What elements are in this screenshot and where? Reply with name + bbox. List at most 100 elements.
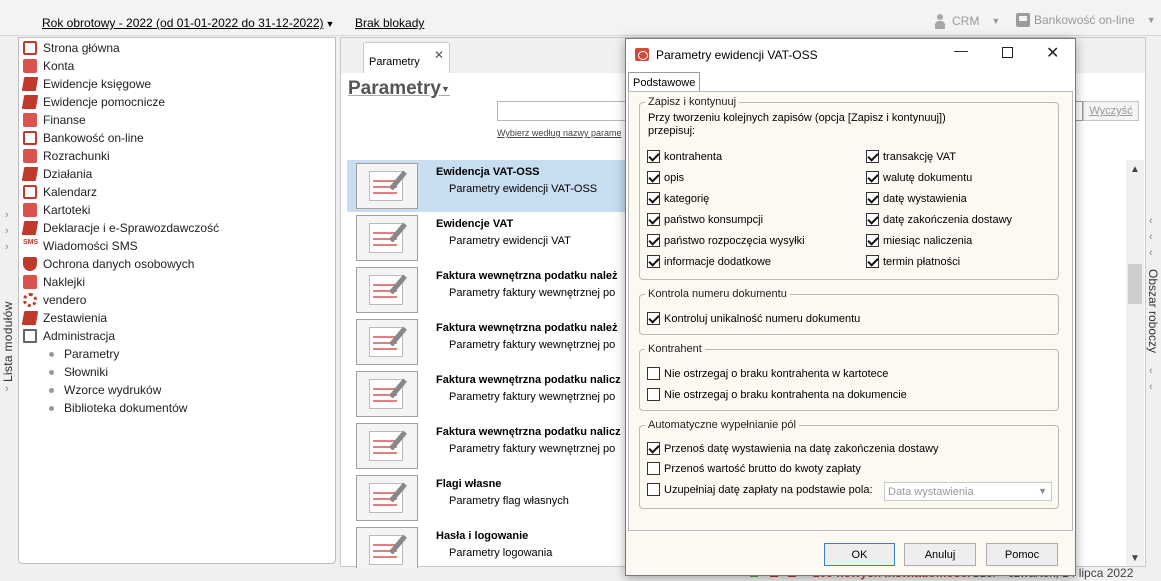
save-continue-group: Zapisz i kontynuuj Przy tworzeniu kolejn…: [639, 96, 1059, 280]
module-item-vendero[interactable]: vendero: [23, 291, 86, 309]
checkbox-accrual-month[interactable]: miesiąc naliczenia: [866, 234, 972, 247]
checkbox-category[interactable]: kategorię: [647, 192, 709, 205]
checkbox-no-warn-document[interactable]: Nie ostrzegaj o braku kontrahenta na dok…: [647, 388, 907, 401]
group-intro-text: Przy tworzeniu kolejnych zapisów (opcja …: [648, 112, 946, 137]
search-hint-link[interactable]: Wybierz według nazwy parame: [497, 128, 621, 138]
module-label: vendero: [43, 293, 87, 307]
sub-item-dictionaries[interactable]: Słowniki: [49, 363, 108, 381]
checkbox-label: Kontroluj unikalność numeru dokumentu: [664, 312, 861, 325]
chevron-right-icon: ›: [5, 241, 9, 253]
module-item-reports[interactable]: Zestawienia: [21, 309, 108, 327]
checkbox-delivery-end-date[interactable]: datę zakończenia dostawy: [866, 213, 1012, 226]
module-label: Administracja: [43, 329, 116, 343]
crm-label: CRM: [952, 14, 980, 28]
sub-item-document-library[interactable]: Biblioteka dokumentów: [49, 399, 187, 417]
checkbox-shipping-country[interactable]: państwo rozpoczęcia wysyłki: [647, 234, 805, 247]
module-item-ledger[interactable]: Ewidencje księgowe: [21, 75, 151, 93]
document-edit-icon: [356, 527, 418, 568]
group-legend: Automatyczne wypełnianie pól: [648, 419, 796, 431]
list-item[interactable]: Ewidencje VAT Parametry ewidencji VAT: [347, 212, 627, 264]
list-item[interactable]: Faktura wewnętrzna podatku należ Paramet…: [347, 316, 627, 368]
checkbox-label: opis: [664, 171, 685, 184]
chevron-up-icon[interactable]: ▲: [1130, 164, 1140, 175]
checkbox-currency[interactable]: walutę dokumentu: [866, 171, 972, 184]
sms-icon: SMS: [23, 239, 39, 246]
checkbox-unique-number[interactable]: Kontroluj unikalność numeru dokumentu: [647, 312, 860, 325]
list-item[interactable]: Faktura wewnętrzna podatku nalicz Parame…: [347, 420, 627, 472]
checkbox-box: [866, 255, 879, 268]
checkbox-label: Przenoś wartość brutto do kwoty zapłaty: [664, 462, 861, 475]
module-item-declarations[interactable]: Deklaracje i e-Sprawozdawczość: [21, 219, 219, 237]
banking-button[interactable]: Bankowość on-line ▼: [1016, 13, 1156, 27]
module-item-actions[interactable]: Działania: [21, 165, 92, 183]
dialog-titlebar[interactable]: Parametry ewidencji VAT-OSS — ✕: [626, 39, 1075, 70]
module-item-home[interactable]: Strona główna: [23, 39, 120, 57]
accounts-icon: [23, 59, 37, 73]
cancel-button[interactable]: Anuluj: [904, 543, 976, 566]
module-item-settlements[interactable]: Rozrachunki: [23, 147, 110, 165]
minimize-icon[interactable]: —: [954, 42, 968, 58]
module-label: Zestawienia: [43, 311, 108, 325]
checkbox-fill-payment-date[interactable]: Uzupełniaj datę zapłaty na podstawie pol…: [647, 483, 873, 496]
sub-item-parameters[interactable]: Parametry: [49, 345, 119, 363]
tab-label: Parametry: [369, 56, 420, 68]
ok-button[interactable]: OK: [824, 543, 895, 566]
sub-item-print-templates[interactable]: Wzorce wydruków: [49, 381, 161, 399]
crm-button[interactable]: CRM ▼: [932, 13, 1000, 29]
list-item-subtitle: Parametry faktury wewnętrznej po: [449, 339, 616, 351]
module-label: Finanse: [43, 113, 86, 127]
checkbox-label: Przenoś datę wystawienia na datę zakończ…: [664, 442, 939, 455]
module-item-sms[interactable]: SMS Wiadomości SMS: [23, 237, 138, 255]
actions-icon: [21, 167, 39, 181]
workspace-strip[interactable]: ‹ ‹ ‹ Obszar roboczy ‹ ‹: [1146, 37, 1161, 581]
fiscal-year-selector[interactable]: Rok obrotowy - 2022 (od 01-01-2022 do 31…: [42, 16, 334, 30]
module-item-banking[interactable]: Bankowość on-line: [23, 129, 144, 147]
module-item-accounts[interactable]: Konta: [23, 57, 74, 75]
lock-status-link[interactable]: Brak blokady: [355, 16, 424, 30]
payment-date-source-select[interactable]: Data wystawienia ▼: [884, 482, 1052, 501]
scrollbar-thumb[interactable]: [1128, 264, 1142, 304]
aux-ledger-icon: [21, 95, 39, 109]
tab-basic[interactable]: Podstawowe: [628, 72, 701, 93]
checkbox-additional-info[interactable]: informacje dodatkowe: [647, 255, 771, 268]
list-item[interactable]: Faktura wewnętrzna podatku nalicz Parame…: [347, 368, 627, 420]
page-title[interactable]: Parametry▼: [348, 78, 450, 100]
list-item[interactable]: Flagi własne Parametry flag własnych: [347, 472, 627, 524]
list-item[interactable]: Faktura wewnętrzna podatku należ Paramet…: [347, 264, 627, 316]
clear-button[interactable]: Wyczyść: [1083, 101, 1139, 121]
checkbox-vat-transaction[interactable]: transakcję VAT: [866, 150, 956, 163]
maximize-icon[interactable]: [1002, 47, 1013, 58]
checkbox-description[interactable]: opis: [647, 171, 684, 184]
module-label: Ochrona danych osobowych: [43, 257, 195, 271]
list-item[interactable]: Ewidencja VAT-OSS Parametry ewidencji VA…: [347, 160, 627, 212]
vertical-scrollbar[interactable]: ▲ ▼: [1126, 160, 1144, 566]
module-item-stickers[interactable]: Naklejki: [23, 273, 85, 291]
bullet-icon: [49, 351, 54, 357]
reports-icon: [21, 311, 39, 325]
checkbox-copy-gross[interactable]: Przenoś wartość brutto do kwoty zapłaty: [647, 462, 861, 475]
module-item-records[interactable]: Kartoteki: [23, 201, 90, 219]
close-icon[interactable]: ✕: [434, 48, 444, 62]
list-item-title: Flagi własne: [436, 478, 502, 490]
module-item-finance[interactable]: Finanse: [23, 111, 86, 129]
chevron-left-icon: ‹: [1149, 215, 1153, 227]
dialog-tab-strip: Podstawowe: [626, 70, 1075, 93]
chevron-down-icon[interactable]: ▼: [1130, 553, 1140, 564]
tab-parameters[interactable]: Parametry ✕: [363, 42, 450, 73]
module-item-calendar[interactable]: Kalendarz: [23, 183, 97, 201]
checkbox-no-warn-registry[interactable]: Nie ostrzegaj o braku kontrahenta w kart…: [647, 367, 888, 380]
list-item[interactable]: Hasła i logowanie Parametry logowania: [347, 524, 627, 568]
module-item-aux-ledger[interactable]: Ewidencje pomocnicze: [21, 93, 165, 111]
module-item-admin[interactable]: Administracja: [23, 327, 115, 345]
module-item-data-protection[interactable]: Ochrona danych osobowych: [23, 255, 194, 273]
bullet-icon: [49, 369, 54, 375]
checkbox-issue-date[interactable]: datę wystawienia: [866, 192, 967, 205]
help-button[interactable]: Pomoc: [986, 543, 1058, 566]
person-icon: [932, 13, 948, 29]
module-list-strip[interactable]: › › › Lista modułów › ›: [0, 37, 18, 581]
checkbox-copy-issue-date[interactable]: Przenoś datę wystawienia na datę zakończ…: [647, 442, 939, 455]
checkbox-payment-term[interactable]: termin płatności: [866, 255, 960, 268]
checkbox-consumption-country[interactable]: państwo konsumpcji: [647, 213, 763, 226]
checkbox-contractor[interactable]: kontrahenta: [647, 150, 722, 163]
close-icon[interactable]: ✕: [1046, 43, 1059, 63]
